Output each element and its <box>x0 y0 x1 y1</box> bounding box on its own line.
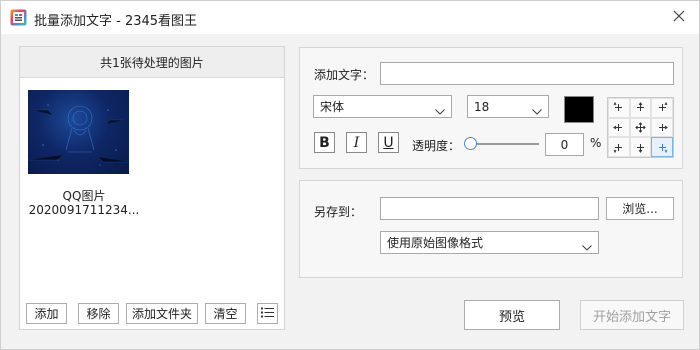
opacity-slider-track[interactable] <box>467 143 539 145</box>
opacity-slider-handle[interactable] <box>464 137 477 150</box>
app-logo-icon <box>10 9 27 26</box>
clear-button[interactable]: 清空 <box>205 303 246 324</box>
text-color-picker[interactable] <box>564 96 594 123</box>
save-path-input[interactable] <box>380 197 599 220</box>
close-button[interactable] <box>669 7 689 27</box>
image-format-value: 使用原始图像格式 <box>387 236 484 250</box>
dialog-window: 批量添加文字 - 2345看图王 共1张待处理的图片 QQ图片 20200917… <box>0 0 700 350</box>
chevron-down-icon <box>582 240 592 251</box>
start-add-text-button[interactable]: 开始添加文字 <box>580 300 684 330</box>
font-family-select[interactable]: 宋体 <box>313 95 452 118</box>
opacity-label: 透明度： <box>412 139 461 153</box>
position-middle-left[interactable] <box>608 117 630 138</box>
bold-button[interactable]: B <box>314 132 335 153</box>
font-size-value: 18 <box>474 99 490 114</box>
remove-button[interactable]: 移除 <box>78 303 119 324</box>
italic-button[interactable]: I <box>346 132 367 153</box>
position-top-center[interactable] <box>629 98 652 118</box>
title-bar: 批量添加文字 - 2345看图王 <box>1 1 699 34</box>
font-family-value: 宋体 <box>320 100 345 114</box>
position-bottom-right[interactable] <box>651 137 673 157</box>
opacity-unit: % <box>590 136 602 150</box>
position-bottom-center[interactable] <box>629 137 652 157</box>
add-folder-button[interactable]: 添加文件夹 <box>126 303 198 324</box>
image-name-line1: QQ图片 <box>62 189 106 203</box>
window-title: 批量添加文字 - 2345看图王 <box>34 14 198 29</box>
position-center[interactable] <box>629 117 652 138</box>
add-button[interactable]: 添加 <box>26 303 67 324</box>
browse-button[interactable]: 浏览... <box>606 197 674 220</box>
add-text-input[interactable] <box>380 62 674 85</box>
chevron-down-icon <box>435 104 445 115</box>
add-text-label: 添加文字： <box>314 68 375 82</box>
position-middle-right[interactable] <box>651 117 673 138</box>
chevron-down-icon <box>532 104 542 115</box>
text-position-grid <box>607 97 674 158</box>
position-top-right[interactable] <box>651 98 673 118</box>
image-format-select[interactable]: 使用原始图像格式 <box>380 231 599 254</box>
opacity-input[interactable]: 0 <box>545 133 584 156</box>
save-to-label: 另存到： <box>314 205 363 219</box>
underline-button[interactable]: U <box>378 132 399 153</box>
list-view-button[interactable] <box>257 303 278 324</box>
list-icon <box>261 307 274 321</box>
font-size-select[interactable]: 18 <box>467 95 549 118</box>
image-count-header: 共1张待处理的图片 <box>20 47 284 78</box>
save-settings-panel <box>299 180 683 278</box>
preview-button[interactable]: 预览 <box>464 300 560 330</box>
position-top-left[interactable] <box>608 98 630 118</box>
image-name-line2: 2020091711234... <box>28 203 140 217</box>
close-icon <box>673 10 685 25</box>
image-list-panel: 共1张待处理的图片 QQ图片 2020091711234... 添加 移除 添加… <box>19 46 285 330</box>
position-bottom-left[interactable] <box>608 137 630 157</box>
image-thumbnail[interactable] <box>28 90 129 174</box>
